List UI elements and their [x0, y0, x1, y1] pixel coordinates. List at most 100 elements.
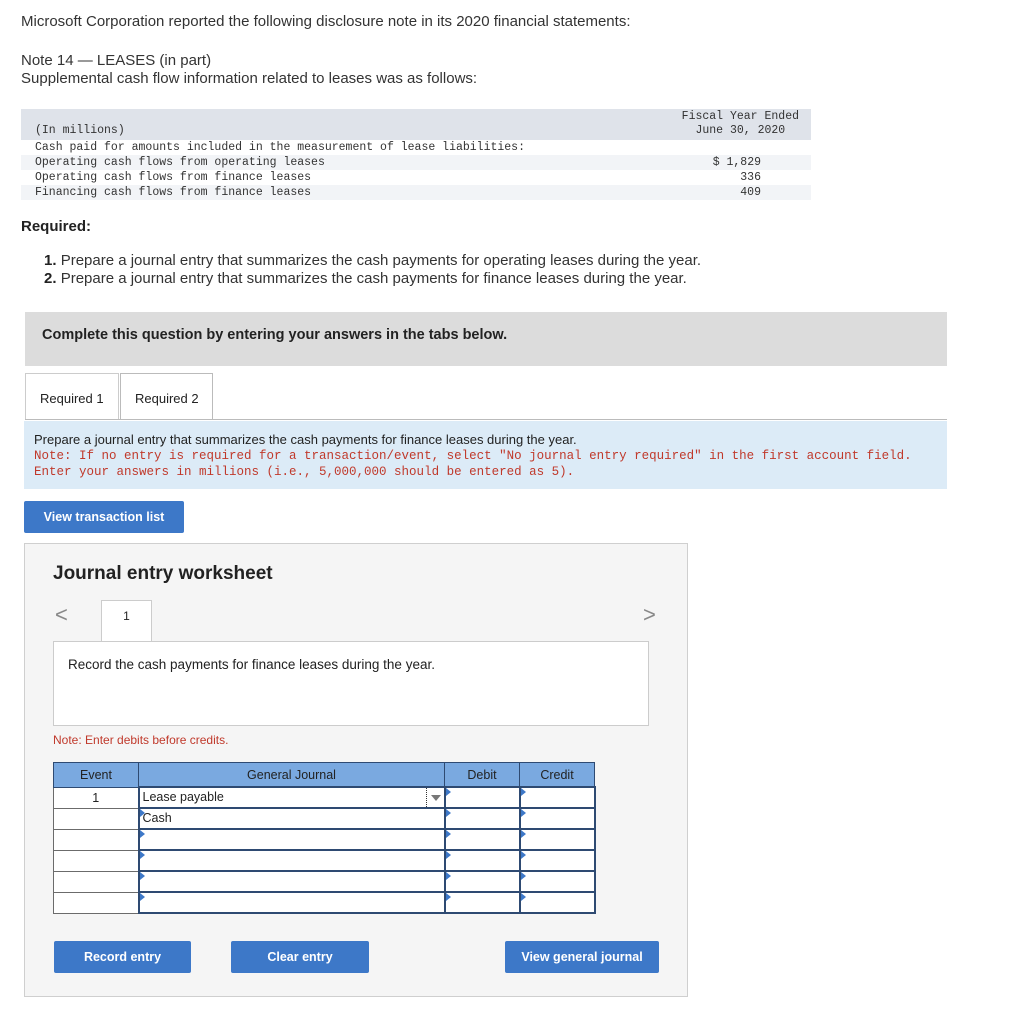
column-header-event: Event — [53, 762, 139, 788]
column-header-general-journal: General Journal — [138, 762, 445, 788]
account-select[interactable] — [137, 891, 446, 914]
table-row — [53, 870, 596, 893]
cell-marker-icon — [445, 893, 451, 901]
instruction-panel: Prepare a journal entry that summarizes … — [24, 421, 947, 489]
table-row — [53, 891, 596, 914]
entry-description: Record the cash payments for finance lea… — [68, 657, 435, 672]
row-value: $ 1,829 — [712, 156, 761, 169]
debit-input[interactable] — [443, 870, 521, 893]
table-row: 1 Lease payable — [53, 786, 596, 809]
table-row — [53, 828, 596, 851]
debit-input[interactable] — [443, 849, 521, 872]
credit-input[interactable] — [518, 786, 596, 809]
tab-label: Required 1 — [40, 391, 104, 406]
required-item-number: 2. — [44, 270, 57, 287]
required-item-1: 1. Prepare a journal entry that summariz… — [44, 252, 701, 270]
account-value: Cash — [142, 811, 172, 825]
view-general-journal-button[interactable]: View general journal — [505, 941, 659, 973]
credit-input[interactable] — [518, 891, 596, 914]
cell-marker-icon — [520, 788, 526, 796]
debit-input[interactable] — [443, 786, 521, 809]
cell-marker-icon — [520, 872, 526, 880]
financial-table: (In millions) Fiscal Year Ended June 30,… — [21, 109, 811, 200]
cell-marker-icon — [445, 788, 451, 796]
record-entry-button[interactable]: Record entry — [54, 941, 191, 973]
financial-row: Operating cash flows from operating leas… — [21, 155, 811, 170]
account-select[interactable]: Cash — [137, 807, 446, 830]
chevron-left-icon[interactable]: < — [55, 602, 68, 628]
table-header-row: Event General Journal Debit Credit — [53, 762, 595, 788]
tab-label: Required 2 — [135, 391, 199, 406]
column-header-credit: Credit — [519, 762, 595, 788]
period-header: Fiscal Year Ended June 30, 2020 — [682, 110, 799, 138]
cell-marker-icon — [445, 830, 451, 838]
chevron-right-icon[interactable]: > — [643, 602, 656, 628]
cell-marker-icon — [139, 830, 145, 838]
event-cell — [53, 849, 139, 872]
clear-entry-button[interactable]: Clear entry — [231, 941, 369, 973]
period-line2: June 30, 2020 — [695, 124, 786, 137]
account-select[interactable] — [137, 870, 446, 893]
entry-description-box: Record the cash payments for finance lea… — [53, 641, 649, 726]
account-select[interactable] — [137, 849, 446, 872]
financial-row: Cash paid for amounts included in the me… — [21, 140, 811, 155]
row-label: Operating cash flows from finance leases — [35, 171, 312, 184]
complete-prompt-banner: Complete this question by entering your … — [25, 312, 947, 366]
cell-marker-icon — [445, 872, 451, 880]
row-label: Operating cash flows from operating leas… — [35, 156, 325, 169]
required-item-text: Prepare a journal entry that summarizes … — [60, 270, 687, 287]
row-value: 409 — [740, 186, 761, 199]
cell-marker-icon — [520, 893, 526, 901]
tab-required-1[interactable]: Required 1 — [25, 373, 119, 420]
event-cell: 1 — [53, 786, 139, 809]
view-transaction-list-button[interactable]: View transaction list — [24, 501, 184, 533]
event-cell — [53, 870, 139, 893]
cell-marker-icon — [520, 830, 526, 838]
complete-prompt-text: Complete this question by entering your … — [42, 327, 508, 343]
dropdown-arrow-icon[interactable] — [425, 788, 444, 807]
tab-required-2[interactable]: Required 2 — [120, 373, 213, 420]
table-row — [53, 849, 596, 872]
cell-marker-icon — [139, 893, 145, 901]
required-item-number: 1. — [44, 252, 57, 269]
worksheet-page-tab[interactable]: 1 — [101, 600, 152, 642]
debit-credit-note: Note: Enter debits before credits. — [53, 733, 229, 747]
credit-input[interactable] — [518, 807, 596, 830]
required-heading: Required: — [21, 218, 92, 235]
row-label: Cash paid for amounts included in the me… — [35, 141, 525, 154]
row-label: Financing cash flows from finance leases — [35, 186, 312, 199]
credit-input[interactable] — [518, 828, 596, 851]
column-header-debit: Debit — [444, 762, 520, 788]
account-select[interactable] — [137, 828, 446, 851]
required-item-2: 2. Prepare a journal entry that summariz… — [44, 270, 701, 288]
cell-marker-icon — [445, 809, 451, 817]
instruction-note: Note: If no entry is required for a tran… — [34, 449, 912, 479]
table-row: Cash — [53, 807, 596, 830]
note-subtitle: Supplemental cash flow information relat… — [21, 70, 478, 87]
required-item-text: Prepare a journal entry that summarizes … — [60, 252, 702, 269]
financial-row: Financing cash flows from finance leases… — [21, 185, 811, 200]
financial-table-header: (In millions) Fiscal Year Ended June 30,… — [21, 109, 811, 140]
financial-row: Operating cash flows from finance leases… — [21, 170, 811, 185]
cell-marker-icon — [520, 851, 526, 859]
tab-divider — [25, 419, 947, 420]
credit-input[interactable] — [518, 870, 596, 893]
debit-input[interactable] — [443, 828, 521, 851]
account-value: Lease payable — [142, 790, 224, 804]
event-cell — [53, 891, 139, 914]
cell-marker-icon — [520, 809, 526, 817]
account-select[interactable]: Lease payable — [137, 786, 446, 809]
credit-input[interactable] — [518, 849, 596, 872]
cell-marker-icon — [445, 851, 451, 859]
journal-entry-table: Event General Journal Debit Credit 1 Lea… — [53, 762, 596, 914]
debit-input[interactable] — [443, 891, 521, 914]
debit-input[interactable] — [443, 807, 521, 830]
cell-marker-icon — [139, 851, 145, 859]
required-list: 1. Prepare a journal entry that summariz… — [44, 252, 701, 288]
event-cell — [53, 828, 139, 851]
instruction-text: Prepare a journal entry that summarizes … — [34, 432, 577, 447]
row-value: 336 — [740, 171, 761, 184]
units-label: (In millions) — [35, 124, 125, 137]
cell-marker-icon — [139, 872, 145, 880]
event-cell — [53, 807, 139, 830]
